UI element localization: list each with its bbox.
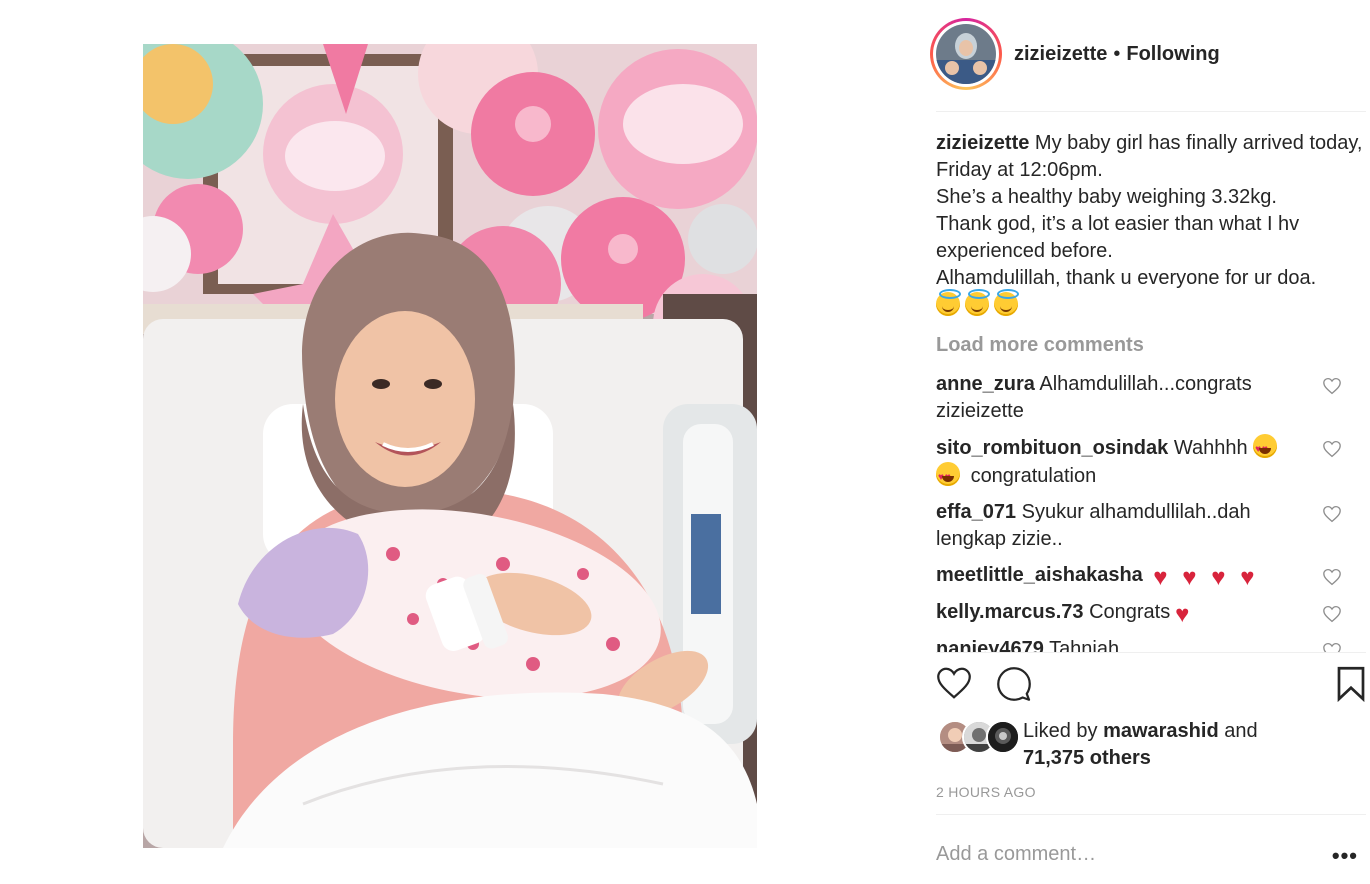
caption-username[interactable]: zizieizette [936, 132, 1029, 154]
smiling-face-with-halo-icon [965, 289, 990, 316]
heart-eyes-icon [936, 462, 960, 491]
post-header-text: zizieizette • Following [1014, 43, 1220, 66]
post-photo[interactable] [143, 44, 757, 848]
liked-by-text: Liked by mawarashid and 71,375 others [1023, 718, 1258, 772]
author-avatar-story-ring[interactable] [930, 18, 1002, 90]
sparkling-heart-icon: ♥ [1153, 564, 1168, 591]
comment-bubble-icon[interactable] [996, 666, 1032, 702]
comment-item: meetlittle_aishakasha ♥ ♥ ♥ ♥ [936, 562, 1366, 590]
caption-line-4: Alhamdulillah, thank u everyone for ur d… [936, 267, 1317, 289]
heart-outline-icon[interactable] [1322, 440, 1342, 458]
comment-username[interactable]: kelly.marcus.73 [936, 601, 1084, 623]
likes-summary: Liked by mawarashid and 71,375 others [938, 716, 1368, 772]
header-separator: • [1113, 42, 1121, 65]
liker-avatar-image [988, 722, 1018, 752]
smiling-face-with-halo-icon [994, 289, 1019, 316]
sparkling-heart-icon: ♥ [1175, 601, 1190, 628]
header-divider [936, 111, 1366, 112]
comment-username[interactable]: sito_rombituon_osindak [936, 437, 1168, 459]
comment-text: Wahhhh [1173, 437, 1248, 459]
comment-username[interactable]: meetlittle_aishakasha [936, 564, 1143, 586]
add-comment-bar: ••• [936, 814, 1366, 884]
post-header: zizieizette • Following [930, 18, 1370, 90]
heart-outline-icon[interactable] [1322, 642, 1342, 652]
comment-username[interactable]: naniey4679 [936, 638, 1044, 652]
liked-by-prefix: Liked by [1023, 720, 1098, 742]
add-comment-input[interactable] [936, 843, 1296, 866]
comment-text: Tahniah [1049, 638, 1120, 652]
post-actions [936, 664, 1366, 708]
comments-list[interactable]: zizieizette My baby girl has finally arr… [936, 130, 1366, 652]
comment-item: naniey4679 Tahniah [936, 636, 1366, 652]
author-avatar[interactable] [936, 24, 996, 84]
liked-by-user[interactable]: mawarashid [1103, 720, 1219, 742]
more-options-icon[interactable]: ••• [1332, 843, 1358, 869]
following-button[interactable]: Following [1126, 43, 1219, 66]
liker-avatars[interactable] [938, 720, 1020, 754]
sparkling-heart-icon: ♥ [1240, 564, 1255, 591]
smiling-face-with-halo-icon [936, 289, 961, 316]
caption-line-3: Thank god, it’s a lot easier than what I… [936, 213, 1300, 262]
load-more-comments-button[interactable]: Load more comments [936, 334, 1366, 357]
author-avatar-image [936, 24, 996, 84]
heart-outline-icon[interactable] [1322, 505, 1342, 523]
comment-item: sito_rombituon_osindak Wahhhh congratula… [936, 434, 1366, 491]
heart-outline-icon[interactable] [1322, 377, 1342, 395]
caption-emojis [936, 289, 1366, 320]
heart-outline-icon[interactable] [1322, 568, 1342, 586]
comment-text-continued: congratulation [970, 465, 1097, 487]
sparkling-heart-icon: ♥ [1211, 564, 1226, 591]
comment-text: Congrats [1089, 601, 1171, 623]
comment-item: anne_zura Alhamdulillah...congrats zizie… [936, 371, 1366, 425]
likes-count-link[interactable]: 71,375 others [1023, 747, 1151, 769]
author-username[interactable]: zizieizette [1014, 43, 1107, 66]
comment-item: kelly.marcus.73 Congrats ♥ [936, 599, 1366, 627]
comment-username[interactable]: effa_071 [936, 501, 1016, 523]
caption-line-2: She’s a healthy baby weighing 3.32kg. [936, 186, 1277, 208]
heart-eyes-icon [1253, 434, 1278, 463]
post-details-panel: zizieizette • Following zizieizette My b… [930, 0, 1370, 884]
liked-by-and: and [1224, 720, 1258, 742]
post-caption: zizieizette My baby girl has finally arr… [936, 130, 1366, 320]
comment-item: effa_071 Syukur alhamdullilah..dah lengk… [936, 499, 1366, 553]
post-timestamp[interactable]: 2 HOURS AGO [936, 784, 1036, 800]
heart-outline-icon[interactable] [1322, 605, 1342, 623]
like-heart-icon[interactable] [936, 666, 972, 700]
author-avatar-border [933, 21, 999, 87]
bookmark-icon[interactable] [1336, 666, 1366, 702]
sparkling-heart-icon: ♥ [1182, 564, 1197, 591]
post-photo-illustration [143, 44, 757, 848]
comments-divider [936, 652, 1366, 653]
comment-username[interactable]: anne_zura [936, 373, 1035, 395]
liker-avatar[interactable] [986, 720, 1020, 754]
